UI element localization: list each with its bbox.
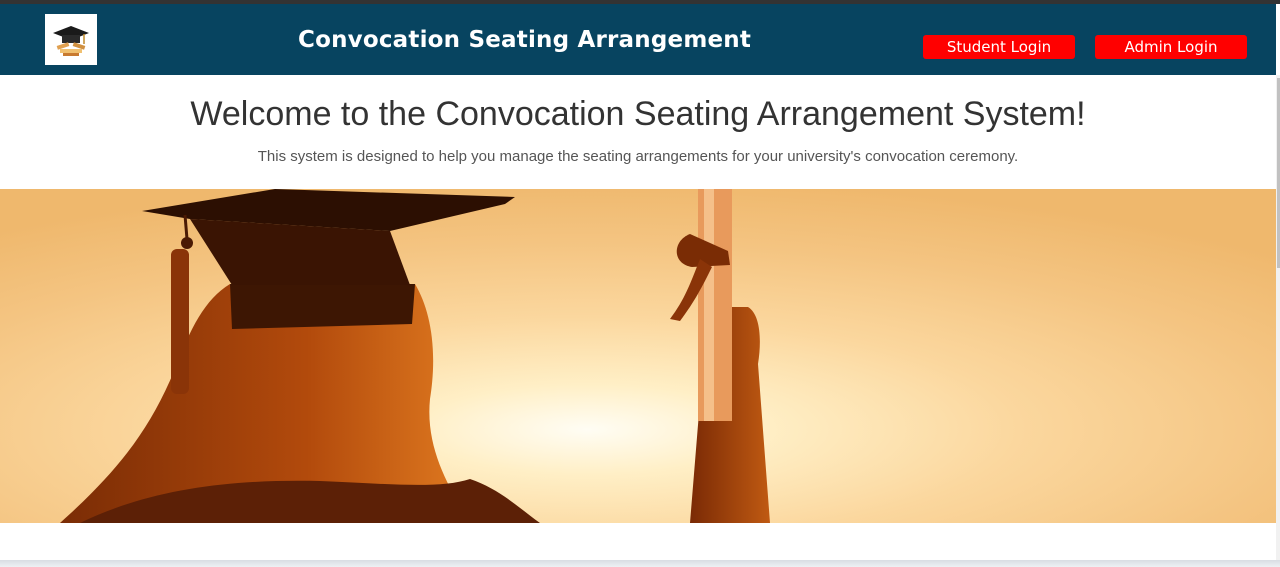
graduation-cap-books-icon (53, 26, 89, 56)
graduate-silhouette-sunset-image (0, 189, 1277, 523)
hero-banner (0, 189, 1277, 523)
welcome-description: This system is designed to help you mana… (257, 148, 1019, 165)
window-bottom-edge (0, 560, 1280, 567)
logo[interactable] (45, 14, 97, 65)
site-header: Convocation Seating Arrangement Student … (0, 4, 1276, 75)
app-title: Convocation Seating Arrangement (298, 27, 752, 53)
admin-login-button[interactable]: Admin Login (1095, 35, 1247, 59)
student-login-button[interactable]: Student Login (923, 35, 1075, 59)
welcome-heading: Welcome to the Convocation Seating Arran… (190, 95, 1086, 133)
